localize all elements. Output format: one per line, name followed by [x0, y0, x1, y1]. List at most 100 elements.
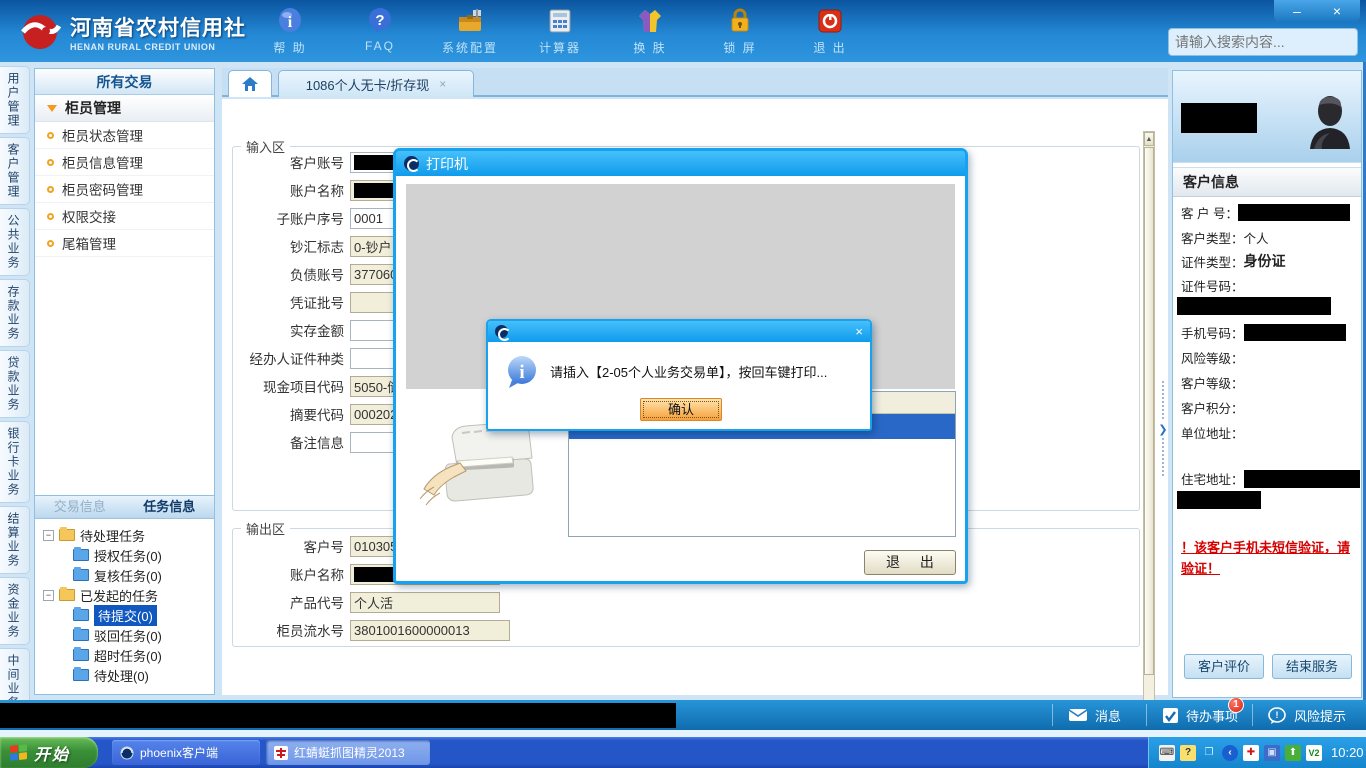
- taskbar-item-phoenix[interactable]: phoenix客户端: [112, 740, 260, 765]
- bank-name-cn: 河南省农村信用社: [70, 17, 246, 40]
- app-header: 河南省农村信用社 HENAN RURAL CREDIT UNION i 帮 助 …: [0, 0, 1366, 62]
- keyboard-icon[interactable]: ⌨: [1159, 744, 1175, 761]
- nav-tab-deposit-business[interactable]: 存款业务: [0, 279, 30, 347]
- status-label: 消息: [1095, 708, 1122, 724]
- window-tray-icon[interactable]: ❐: [1201, 745, 1217, 761]
- antivirus-icon[interactable]: V2: [1306, 744, 1322, 761]
- chevron-right-icon[interactable]: ❯: [1158, 421, 1167, 438]
- customer-field: [1177, 297, 1331, 315]
- power-icon: [815, 6, 845, 36]
- exit-button[interactable]: 退 出: [798, 6, 862, 60]
- collapse-icon[interactable]: −: [43, 589, 54, 601]
- sidebar-item-teller-info[interactable]: 柜员信息管理: [35, 149, 214, 176]
- nav-tab-intermediate-business[interactable]: 中间业务: [0, 648, 30, 700]
- content-scrollbar[interactable]: ▲ ▼: [1143, 131, 1155, 721]
- folder-icon: [73, 547, 89, 561]
- toolbar-label: 计算器: [538, 41, 581, 55]
- tree-node-review-tasks[interactable]: 复核任务(0): [35, 565, 214, 585]
- customer-info-header: 客户信息: [1173, 167, 1361, 197]
- nav-tab-customer-management[interactable]: 客户管理: [0, 137, 30, 205]
- tree-node-pending-tasks[interactable]: − 待处理任务: [35, 525, 214, 545]
- task-tree: − 待处理任务 授权任务(0) 复核任务(0) − 已发起的任务 待提交(0) 驳回…: [35, 519, 214, 694]
- tree-node-to-submit[interactable]: 待提交(0): [35, 604, 214, 626]
- redaction: [1177, 491, 1261, 509]
- toolbar-label: 退 出: [813, 41, 847, 55]
- product-code-output: 个人活: [350, 591, 500, 613]
- teller-management-group[interactable]: 柜员管理: [35, 95, 214, 122]
- scroll-up-arrow[interactable]: ▲: [1144, 132, 1154, 146]
- faq-button[interactable]: ? FAQ: [348, 6, 412, 60]
- help-tray-icon[interactable]: ?: [1180, 744, 1196, 761]
- start-button[interactable]: 开始: [0, 737, 98, 768]
- confirm-button[interactable]: 确认: [640, 398, 722, 421]
- tree-label: 复核任务(0): [94, 568, 162, 584]
- messages-item[interactable]: 消息: [1068, 700, 1121, 730]
- language-bar-icon[interactable]: ‹: [1222, 744, 1238, 761]
- close-button[interactable]: ×: [1320, 1, 1354, 21]
- nav-tab-bankcard-business[interactable]: 银行卡业务: [0, 421, 30, 503]
- help-button[interactable]: i 帮 助: [258, 6, 322, 60]
- tab-task-info[interactable]: 任务信息: [125, 496, 215, 518]
- field-label: 客 户 号：: [1181, 207, 1238, 221]
- tree-node-rejected-tasks[interactable]: 驳回任务(0): [35, 625, 214, 645]
- tree-node-timeout-tasks[interactable]: 超时任务(0): [35, 645, 214, 665]
- tab-close-icon[interactable]: ×: [439, 77, 446, 91]
- search-input[interactable]: [1169, 34, 1362, 50]
- tree-node-to-process[interactable]: 待处理(0): [35, 665, 214, 685]
- panel-collapse-handle[interactable]: ❯: [1158, 381, 1168, 477]
- network-icon[interactable]: ▣: [1264, 744, 1280, 761]
- field-label: 住宅地址：: [1181, 473, 1244, 487]
- customer-field: 单位地址：: [1181, 423, 1244, 442]
- todo-item[interactable]: 待办事项: [1162, 700, 1238, 730]
- field-value: 010305: [354, 538, 398, 554]
- minimize-button[interactable]: –: [1280, 1, 1314, 21]
- redaction: [1181, 103, 1257, 133]
- collapse-icon[interactable]: −: [43, 529, 54, 541]
- field-label: 客户等级：: [1181, 377, 1244, 391]
- task-panel: 交易信息 任务信息 − 待处理任务 授权任务(0) 复核任务(0) − 已发起的任务…: [35, 495, 214, 694]
- faq-icon: ?: [365, 6, 395, 36]
- bullet-icon: [47, 212, 54, 220]
- tab-home[interactable]: [228, 70, 272, 97]
- end-service-button[interactable]: 结束服务: [1272, 654, 1352, 679]
- nav-tab-user-management[interactable]: 用户管理: [0, 66, 30, 134]
- all-transactions-header[interactable]: 所有交易: [35, 69, 214, 95]
- nav-tab-public-business[interactable]: 公共业务: [0, 208, 30, 276]
- message-dialog-titlebar[interactable]: ×: [488, 321, 870, 342]
- system-config-button[interactable]: 系统配置: [438, 6, 502, 60]
- sidebar-item-teller-password[interactable]: 柜员密码管理: [35, 176, 214, 203]
- taskbar-item-screenshot-tool[interactable]: 红蜻蜓抓图精灵2013: [266, 740, 430, 765]
- status-label: 风险提示: [1294, 708, 1347, 724]
- sms-verification-warning[interactable]: ！该客户手机未短信验证，请验证！: [1181, 537, 1357, 579]
- dialog-close-icon[interactable]: ×: [855, 324, 863, 339]
- lock-screen-button[interactable]: 锁 屏: [708, 6, 772, 60]
- risk-alert-item[interactable]: ! 风险提示: [1268, 700, 1346, 730]
- nav-tab-funds-business[interactable]: 资金业务: [0, 577, 30, 645]
- global-search: [1168, 28, 1362, 56]
- printer-dialog-titlebar[interactable]: 打印机: [396, 151, 965, 176]
- nav-tab-loan-business[interactable]: 贷款业务: [0, 350, 30, 418]
- scrollbar-thumb[interactable]: [1144, 147, 1154, 675]
- tab-transaction-info[interactable]: 交易信息: [35, 496, 125, 518]
- nav-tab-settlement-business[interactable]: 结算业务: [0, 506, 30, 574]
- customer-evaluate-button[interactable]: 客户评价: [1184, 654, 1264, 679]
- green-tray-icon[interactable]: ⬆: [1285, 744, 1301, 761]
- sidebar-item-cashbox-management[interactable]: 尾箱管理: [35, 230, 214, 257]
- field-label: 客户账号: [290, 156, 344, 171]
- tshirt-icon: [635, 6, 665, 36]
- dragonfly-tray-icon[interactable]: ✚: [1243, 744, 1259, 761]
- sidebar-item-teller-status[interactable]: 柜员状态管理: [35, 122, 214, 149]
- printer-exit-button[interactable]: 退 出: [864, 550, 956, 575]
- tree-label: 待处理任务: [80, 528, 146, 544]
- field-label: 备注信息: [290, 436, 344, 451]
- change-skin-button[interactable]: 换 肤: [618, 6, 682, 60]
- tree-node-authorize-tasks[interactable]: 授权任务(0): [35, 545, 214, 565]
- bullet-icon: [47, 158, 54, 166]
- tree-node-initiated-tasks[interactable]: − 已发起的任务: [35, 585, 214, 605]
- tab-personal-deposit[interactable]: 1086个人无卡/折存现 ×: [278, 70, 474, 97]
- calculator-button[interactable]: 计算器: [528, 6, 592, 60]
- sidebar-item-authority-handover[interactable]: 权限交接: [35, 203, 214, 230]
- avatar: [1310, 96, 1350, 149]
- task-label: 红蜻蜓抓图精灵2013: [294, 746, 405, 760]
- toolbar-label: FAQ: [364, 39, 395, 53]
